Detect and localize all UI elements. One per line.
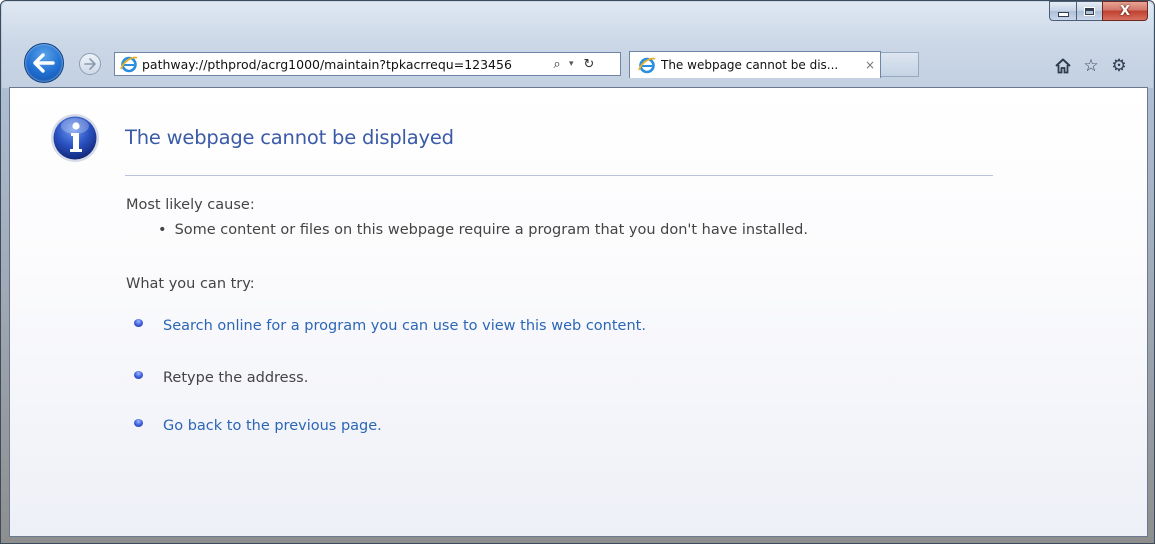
try-item-go-back[interactable]: Go back to the previous page. [134,418,382,434]
close-icon: X [1119,3,1131,19]
browser-window: X pathway://pthprod/acrg1000/maintain?tp… [0,0,1155,544]
forward-arrow-icon [84,58,96,70]
forward-button[interactable] [79,53,101,75]
window-caption-buttons: X [1049,1,1148,21]
toolbar-icons: ☆ ⚙ [1053,56,1129,76]
tab-active[interactable]: The webpage cannot be dis... × [629,51,881,78]
retype-address-text: Retype the address. [163,370,309,386]
search-online-link[interactable]: Search online for a program you can use … [163,318,646,334]
info-icon [51,114,99,162]
close-button[interactable]: X [1102,1,1148,21]
go-back-link[interactable]: Go back to the previous page. [163,418,382,434]
refresh-icon[interactable]: ↻ [584,57,595,72]
try-item-retype-address: Retype the address. [134,370,308,386]
tab-close-icon[interactable]: × [865,58,875,72]
back-arrow-icon [33,53,55,73]
maximize-icon [1084,6,1095,16]
new-tab-button[interactable] [881,52,919,77]
star-icon[interactable]: ☆ [1081,56,1101,76]
ie-tab-icon [638,57,656,74]
bullet-icon [134,371,143,379]
address-bar[interactable]: pathway://pthprod/acrg1000/maintain?tpka… [114,52,621,76]
home-icon[interactable] [1053,56,1073,76]
dropdown-arrow-icon[interactable]: ▾ [569,59,574,69]
ie-page-icon [120,56,138,73]
bullet-icon [134,419,143,427]
cause-item: • Some content or files on this webpage r… [158,222,808,238]
maximize-button[interactable] [1076,1,1102,21]
bullet-dot: • [158,222,167,238]
search-icon[interactable]: ⌕ [550,57,564,72]
minimize-icon [1057,11,1069,17]
tab-title: The webpage cannot be dis... [661,58,839,72]
try-item-search-online[interactable]: Search online for a program you can use … [134,318,646,334]
gear-icon[interactable]: ⚙ [1109,56,1129,76]
title-divider [125,175,993,176]
page-content: The webpage cannot be displayed Most lik… [9,87,1148,537]
cause-text: Some content or files on this webpage re… [174,222,808,238]
page-title: The webpage cannot be displayed [125,126,454,149]
bullet-icon [134,319,143,327]
back-button[interactable] [24,43,64,83]
address-url[interactable]: pathway://pthprod/acrg1000/maintain?tpka… [142,57,546,72]
minimize-button[interactable] [1049,1,1076,21]
cause-heading: Most likely cause: [126,197,255,213]
try-heading: What you can try: [126,276,255,292]
